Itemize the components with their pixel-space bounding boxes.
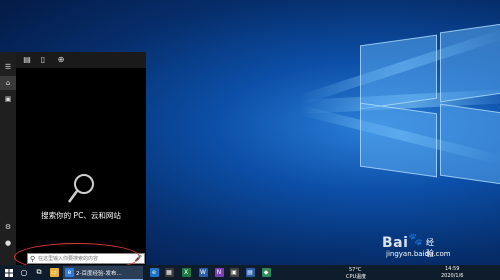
explorer-icon[interactable]: ▭ bbox=[49, 267, 59, 278]
baidu-watermark: Bai 🐾 经验 jingyan.baidu.com bbox=[382, 232, 451, 258]
app-dark-icon[interactable]: ▣ bbox=[228, 267, 240, 278]
clock-date[interactable]: 2020/1/6 bbox=[441, 273, 463, 279]
search-illustration-icon bbox=[67, 174, 94, 203]
baidu-paw-icon: 🐾 bbox=[408, 232, 423, 246]
app-blue-icon[interactable]: ▤ bbox=[244, 267, 256, 278]
logo-pane bbox=[360, 102, 437, 178]
search-rail: ☰ ⌂ ▣ ⚙ ● bbox=[0, 52, 16, 265]
taskbar-app-browser[interactable]: e 2-百度经验-发布... bbox=[63, 266, 143, 280]
document-icon[interactable]: ▯ bbox=[38, 55, 48, 65]
start-button[interactable] bbox=[4, 267, 14, 278]
cpu-temperature-label: CPU温度 bbox=[346, 274, 367, 280]
user-icon[interactable]: ● bbox=[0, 236, 16, 250]
logo-pane bbox=[440, 103, 500, 185]
browser-icon: e bbox=[65, 268, 74, 277]
edge-icon[interactable]: e bbox=[148, 267, 160, 278]
task-view-icon[interactable]: ⧉ bbox=[33, 267, 45, 278]
taskbar-app-label: 2-百度经验-发布... bbox=[76, 271, 122, 277]
store-icon[interactable]: ▦ bbox=[163, 267, 175, 278]
cortana-icon[interactable]: ○ bbox=[19, 267, 29, 278]
search-empty-message: 搜索你的 PC、云和网站 bbox=[41, 211, 121, 220]
search-panel: ☰ ⌂ ▣ ⚙ ● ▤ ▯ ⊕ 搜索你的 PC、云和网站 bbox=[0, 52, 146, 265]
logo-pane bbox=[360, 34, 437, 110]
documents-icon[interactable]: ▣ bbox=[0, 92, 16, 106]
home-icon[interactable]: ⌂ bbox=[0, 76, 16, 90]
app-purple-icon[interactable]: N bbox=[213, 267, 225, 278]
web-icon[interactable]: ⊕ bbox=[56, 55, 66, 65]
watermark-logo: Bai bbox=[382, 235, 409, 251]
word-icon[interactable]: W bbox=[197, 267, 209, 278]
excel-icon[interactable]: X bbox=[180, 267, 192, 278]
app-green-icon[interactable]: ◆ bbox=[260, 267, 272, 278]
logo-pane bbox=[440, 23, 500, 103]
watermark-site: jingyan.baidu.com bbox=[386, 250, 451, 258]
settings-icon[interactable]: ⚙ bbox=[0, 220, 16, 234]
apps-icon[interactable]: ▤ bbox=[22, 55, 32, 65]
windows-logo-icon bbox=[5, 268, 13, 277]
menu-icon[interactable]: ☰ bbox=[0, 60, 16, 74]
clock-time[interactable]: 14:59 bbox=[445, 266, 459, 272]
search-filter-bar: ▤ ▯ ⊕ bbox=[16, 52, 146, 68]
